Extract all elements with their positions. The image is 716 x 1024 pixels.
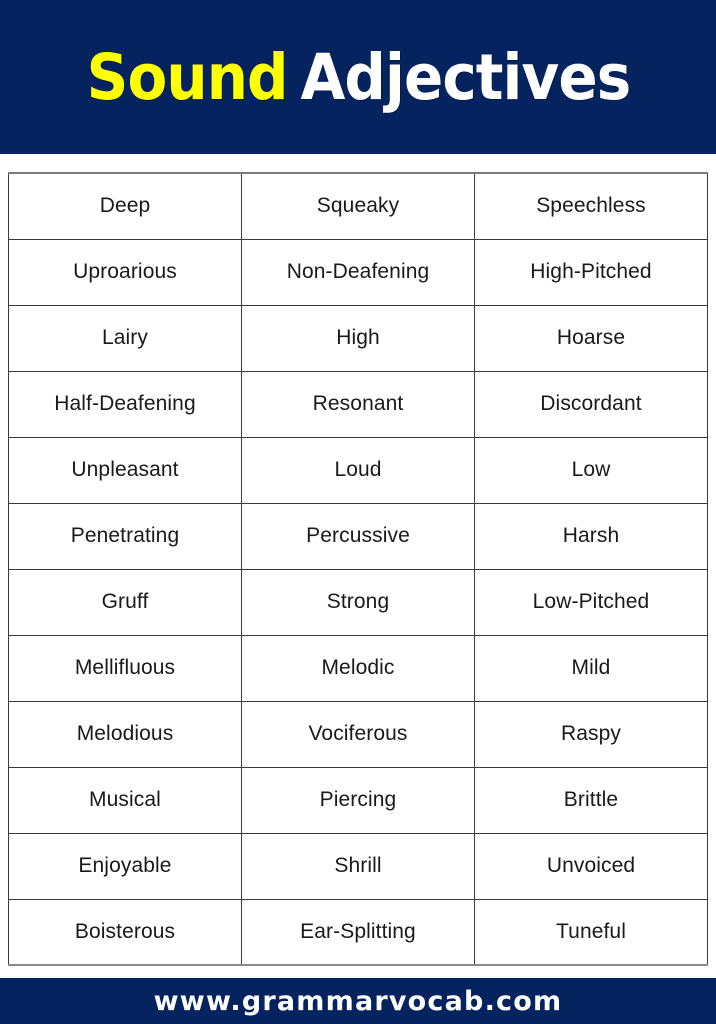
table-cell: Raspy xyxy=(474,700,708,768)
table-cell: Discordant xyxy=(474,370,708,438)
table-cell: Resonant xyxy=(241,370,475,438)
table-cell: Penetrating xyxy=(8,502,242,570)
table-cell: Melodious xyxy=(8,700,242,768)
table-cell: Brittle xyxy=(474,766,708,834)
table-row: Lairy High Hoarse xyxy=(8,304,708,372)
table-cell: High-Pitched xyxy=(474,238,708,306)
header-banner: Sound Adjectives xyxy=(0,0,716,154)
table-cell: Melodic xyxy=(241,634,475,702)
title-word-adjectives: Adjectives xyxy=(299,40,631,114)
table-cell: Shrill xyxy=(241,832,475,900)
word-table: Deep Squeaky Speechless Uproarious Non-D… xyxy=(8,172,708,966)
footer-banner: www.grammarvocab.com xyxy=(0,978,716,1024)
page-title: Sound Adjectives xyxy=(86,46,631,109)
table-row: Musical Piercing Brittle xyxy=(8,766,708,834)
word-table-container: Deep Squeaky Speechless Uproarious Non-D… xyxy=(8,172,708,966)
table-cell: Harsh xyxy=(474,502,708,570)
table-cell: High xyxy=(241,304,475,372)
table-cell: Percussive xyxy=(241,502,475,570)
table-row: Melodious Vociferous Raspy xyxy=(8,700,708,768)
table-cell: Half-Deafening xyxy=(8,370,242,438)
table-cell: Enjoyable xyxy=(8,832,242,900)
table-cell: Vociferous xyxy=(241,700,475,768)
table-row: Gruff Strong Low-Pitched xyxy=(8,568,708,636)
table-cell: Piercing xyxy=(241,766,475,834)
table-cell: Deep xyxy=(8,172,242,240)
table-cell: Uproarious xyxy=(8,238,242,306)
table-cell: Mild xyxy=(474,634,708,702)
word-table-body: Deep Squeaky Speechless Uproarious Non-D… xyxy=(8,172,708,966)
table-row: Half-Deafening Resonant Discordant xyxy=(8,370,708,438)
table-cell: Hoarse xyxy=(474,304,708,372)
table-row: Unpleasant Loud Low xyxy=(8,436,708,504)
table-cell: Unvoiced xyxy=(474,832,708,900)
table-cell: Low-Pitched xyxy=(474,568,708,636)
table-cell: Lairy xyxy=(8,304,242,372)
table-cell: Low xyxy=(474,436,708,504)
title-word-sound: Sound xyxy=(86,40,288,114)
table-cell: Gruff xyxy=(8,568,242,636)
table-cell: Speechless xyxy=(474,172,708,240)
table-row: Boisterous Ear-Splitting Tuneful xyxy=(8,898,708,966)
table-row: Uproarious Non-Deafening High-Pitched xyxy=(8,238,708,306)
table-cell: Ear-Splitting xyxy=(241,898,475,966)
table-row: Enjoyable Shrill Unvoiced xyxy=(8,832,708,900)
table-cell: Strong xyxy=(241,568,475,636)
table-cell: Non-Deafening xyxy=(241,238,475,306)
website-url: www.grammarvocab.com xyxy=(153,985,563,1017)
table-row: Mellifluous Melodic Mild xyxy=(8,634,708,702)
table-cell: Mellifluous xyxy=(8,634,242,702)
table-cell: Musical xyxy=(8,766,242,834)
table-cell: Squeaky xyxy=(241,172,475,240)
poster-page: Sound Adjectives Deep Squeaky Speechless … xyxy=(0,0,716,1024)
table-row: Penetrating Percussive Harsh xyxy=(8,502,708,570)
table-row: Deep Squeaky Speechless xyxy=(8,172,708,240)
table-cell: Boisterous xyxy=(8,898,242,966)
table-cell: Loud xyxy=(241,436,475,504)
table-cell: Unpleasant xyxy=(8,436,242,504)
table-cell: Tuneful xyxy=(474,898,708,966)
